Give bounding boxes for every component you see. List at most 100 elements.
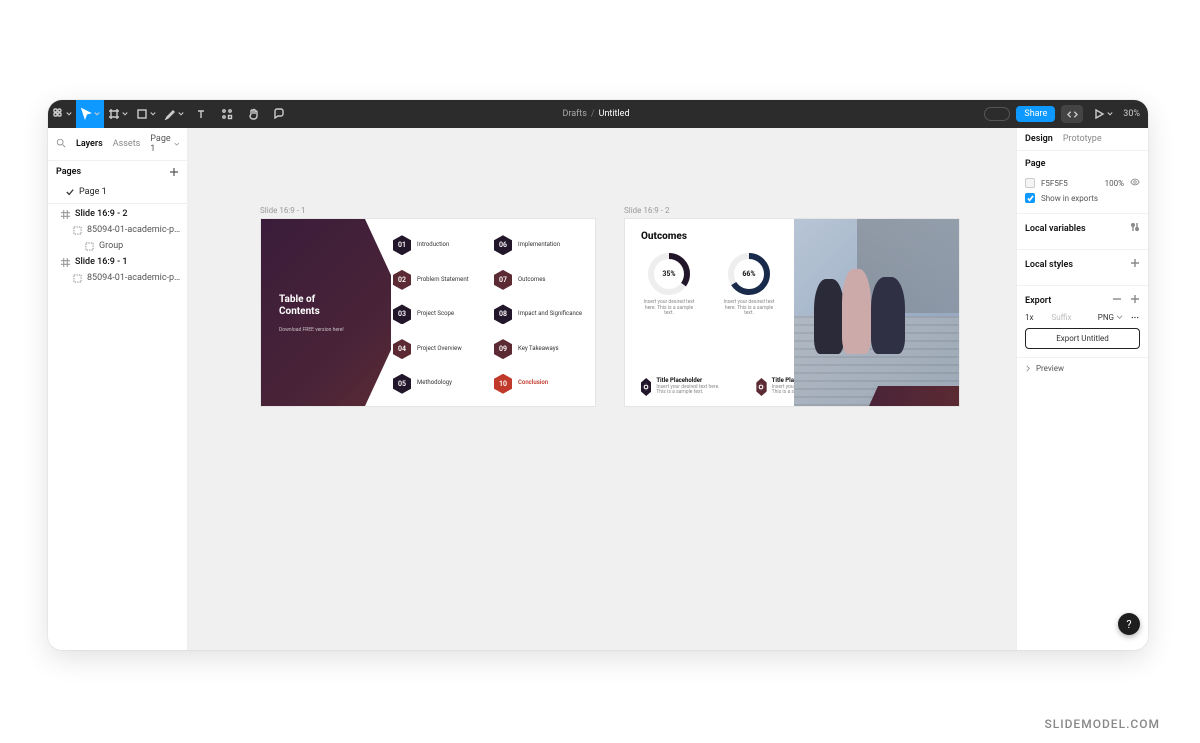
- toc-item: 06Implementation: [494, 231, 587, 260]
- toc-item: 04Project Overview: [393, 335, 486, 364]
- hexagon-badge: 07: [494, 270, 512, 290]
- toc-item: 09Key Takeaways: [494, 335, 587, 364]
- toc-item: 03Project Scope: [393, 300, 486, 329]
- figma-menu-button[interactable]: [48, 100, 76, 128]
- toc-grid: 01Introduction06Implementation02Problem …: [393, 231, 587, 398]
- tab-assets[interactable]: Assets: [113, 139, 141, 149]
- page-section-header: Page: [1025, 159, 1046, 169]
- export-format-select[interactable]: PNG: [1098, 313, 1123, 322]
- breadcrumb-separator: /: [591, 109, 595, 119]
- export-header: Export: [1025, 296, 1051, 306]
- bg-swatch[interactable]: [1025, 178, 1035, 188]
- hexagon-badge: 03: [393, 304, 411, 324]
- resources-button[interactable]: [214, 100, 240, 128]
- toc-item: 07Outcomes: [494, 266, 587, 295]
- donut-chart: 35%Insert your desired text here. This i…: [641, 251, 697, 317]
- info-tile: Title PlaceholderInsert your desired tex…: [641, 378, 728, 396]
- breadcrumb[interactable]: Drafts / Untitled: [562, 109, 633, 119]
- frame-slide-2[interactable]: Outcomes 35%Insert your desired text her…: [624, 218, 960, 407]
- chevron-right-icon: [1025, 365, 1032, 372]
- bg-opacity[interactable]: 100%: [1105, 179, 1124, 188]
- comment-tool-button[interactable]: [266, 100, 292, 128]
- app-window: Drafts / Untitled Share 30%: [48, 100, 1148, 650]
- layer-row[interactable]: 85094-01-academic-presenta...: [48, 222, 187, 238]
- show-in-exports-label: Show in exports: [1041, 194, 1098, 203]
- slide1-title: Table of Contents: [279, 294, 320, 318]
- frame-label[interactable]: Slide 16:9 - 2: [624, 206, 669, 215]
- add-page-button[interactable]: [169, 167, 179, 177]
- tile-hex-icon: [641, 378, 651, 396]
- hexagon-badge: 09: [494, 339, 512, 359]
- hexagon-badge: 02: [393, 270, 411, 290]
- group-icon: [73, 226, 82, 235]
- remove-export-button[interactable]: [1112, 294, 1122, 307]
- pages-header: Pages: [56, 167, 81, 177]
- tab-design[interactable]: Design: [1025, 134, 1053, 144]
- export-more-button[interactable]: ⋯: [1131, 313, 1140, 322]
- zoom-dropdown[interactable]: 30%: [1123, 109, 1142, 119]
- check-icon: [66, 188, 74, 196]
- local-variables-header: Local variables: [1025, 224, 1086, 234]
- tile-hex-icon: [756, 378, 766, 396]
- page-item[interactable]: Page 1: [48, 183, 187, 201]
- frame-tool-button[interactable]: [104, 100, 132, 128]
- variables-settings-icon[interactable]: [1130, 222, 1140, 235]
- hexagon-badge: 01: [393, 235, 411, 255]
- toc-item: 08Impact and Significance: [494, 300, 587, 329]
- layer-row[interactable]: 85094-01-academic-presenta...: [48, 270, 187, 286]
- share-button[interactable]: Share: [1016, 106, 1055, 122]
- toc-item: 02Problem Statement: [393, 266, 486, 295]
- help-button[interactable]: ?: [1118, 613, 1140, 635]
- frame-icon: [61, 210, 70, 219]
- watermark: SLIDEMODEL.COM: [1044, 717, 1160, 731]
- export-preview-toggle[interactable]: Preview: [1017, 358, 1148, 379]
- frame-label[interactable]: Slide 16:9 - 1: [260, 206, 305, 215]
- layers-list: Slide 16:9 - 285094-01-academic-presenta…: [48, 206, 187, 286]
- shape-tool-button[interactable]: [132, 100, 160, 128]
- zoom-value: 30%: [1123, 109, 1140, 119]
- main-toolbar: Drafts / Untitled Share 30%: [48, 100, 1148, 128]
- slide2-title: Outcomes: [641, 231, 687, 242]
- tab-layers[interactable]: Layers: [76, 139, 103, 149]
- pen-tool-button[interactable]: [160, 100, 188, 128]
- group-icon: [85, 242, 94, 251]
- right-panel: Design Prototype Page F5F5F5 100% Show i…: [1016, 128, 1148, 650]
- hexagon-badge: 04: [393, 339, 411, 359]
- add-style-button[interactable]: [1130, 258, 1140, 271]
- export-scale[interactable]: 1x: [1025, 313, 1033, 322]
- visibility-toggle[interactable]: [1130, 177, 1140, 189]
- export-suffix-placeholder[interactable]: Suffix: [1051, 313, 1071, 322]
- canvas[interactable]: Slide 16:9 - 1 Table of Contents Downloa…: [188, 128, 1016, 650]
- layer-row[interactable]: Slide 16:9 - 1: [48, 254, 187, 270]
- frame-icon: [61, 258, 70, 267]
- add-export-button[interactable]: [1130, 294, 1140, 307]
- slide1-subtitle: Download FREE version here!: [279, 327, 344, 333]
- toc-item: 10Conclusion: [494, 369, 587, 398]
- hexagon-badge: 08: [494, 304, 512, 324]
- export-button[interactable]: Export Untitled: [1025, 328, 1140, 349]
- present-button[interactable]: [1089, 100, 1117, 128]
- group-icon: [73, 274, 82, 283]
- hexagon-badge: 06: [494, 235, 512, 255]
- left-panel: Layers Assets Page 1 Pages Page 1 Slide …: [48, 128, 188, 650]
- donut-chart: 66%Insert your desired text here. This i…: [721, 251, 777, 317]
- dev-mode-button[interactable]: [1061, 105, 1083, 123]
- breadcrumb-root: Drafts: [562, 109, 586, 119]
- slide2-photo: [794, 219, 959, 406]
- hand-tool-button[interactable]: [240, 100, 266, 128]
- frame-slide-1[interactable]: Table of Contents Download FREE version …: [260, 218, 596, 407]
- toc-item: 05Methodology: [393, 369, 486, 398]
- multiplayer-toggle[interactable]: [984, 107, 1010, 121]
- layer-row[interactable]: Group: [48, 238, 187, 254]
- bg-hex-value[interactable]: F5F5F5: [1041, 179, 1068, 188]
- local-styles-header: Local styles: [1025, 260, 1073, 270]
- text-tool-button[interactable]: [188, 100, 214, 128]
- layer-row[interactable]: Slide 16:9 - 2: [48, 206, 187, 222]
- search-icon[interactable]: [56, 138, 66, 151]
- move-tool-button[interactable]: [76, 100, 104, 128]
- breadcrumb-title: Untitled: [599, 109, 630, 119]
- hexagon-badge: 10: [494, 374, 512, 394]
- tab-prototype[interactable]: Prototype: [1063, 134, 1102, 144]
- show-in-exports-checkbox[interactable]: [1025, 193, 1035, 203]
- page-selector[interactable]: Page 1: [150, 134, 179, 154]
